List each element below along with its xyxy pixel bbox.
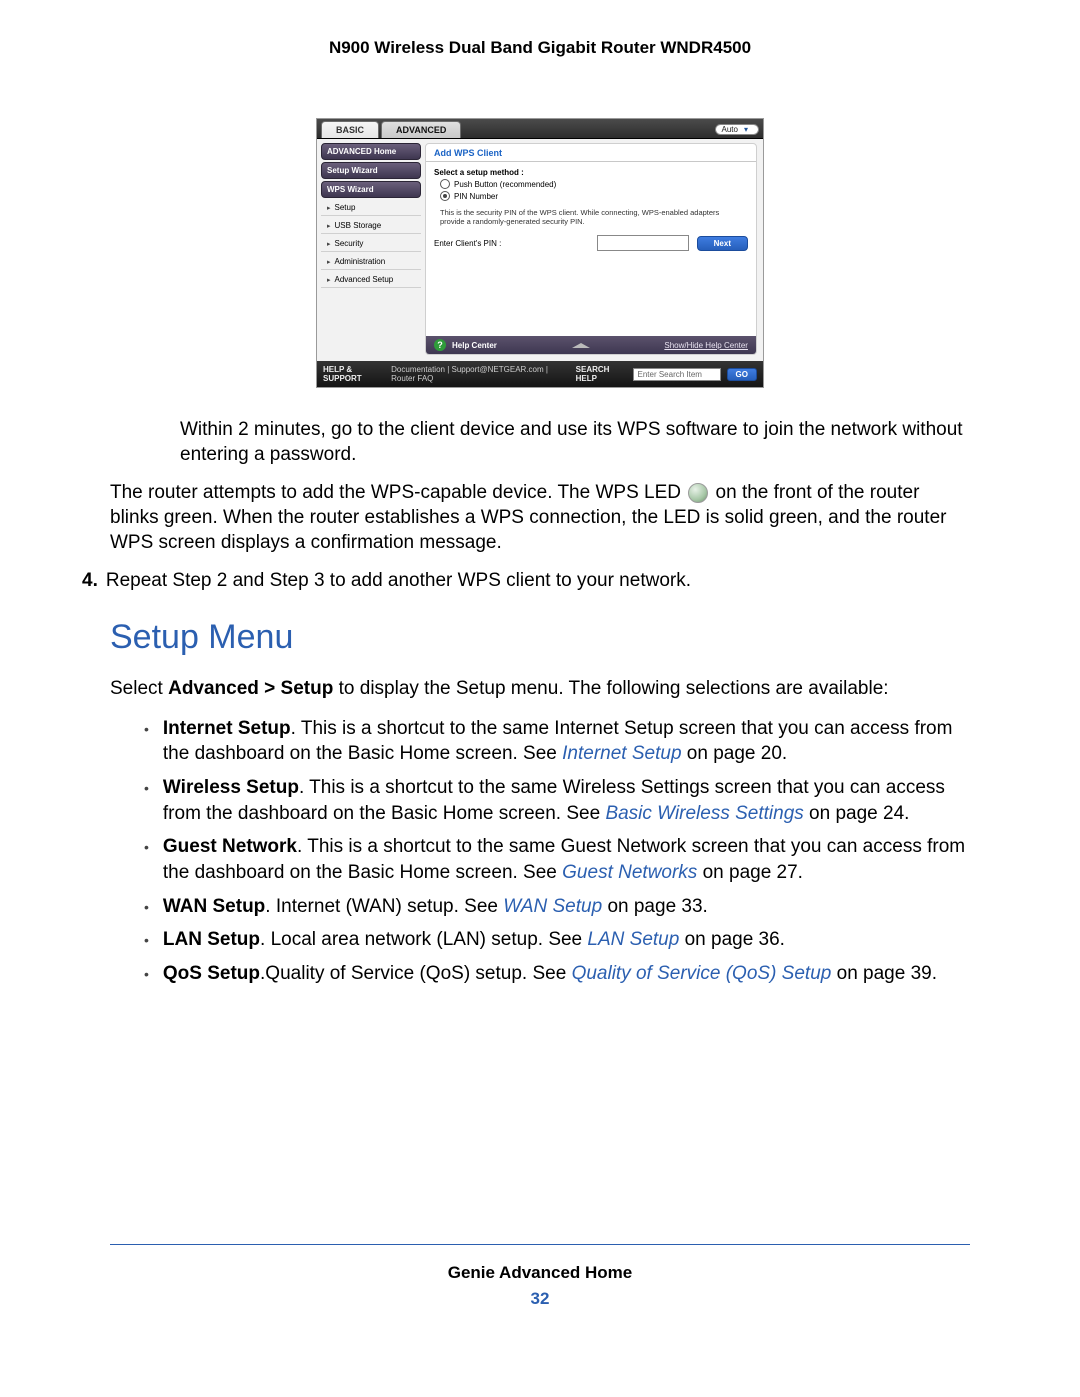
language-select[interactable]: Auto ▾	[715, 124, 759, 135]
list-item-text: Wireless Setup. This is a shortcut to th…	[163, 775, 970, 826]
list-item-text: QoS Setup.Quality of Service (QoS) setup…	[163, 961, 937, 987]
list-item-name: Internet Setup	[163, 718, 291, 739]
footer-section-name: Genie Advanced Home	[110, 1263, 970, 1283]
sidebar-item-usb-storage[interactable]: USB Storage	[321, 218, 421, 234]
list-item-text: Guest Network. This is a shortcut to the…	[163, 834, 970, 885]
chevron-down-icon: ▾	[744, 125, 748, 134]
bullet-icon: •	[144, 961, 149, 987]
wps-led-icon	[688, 483, 708, 503]
router-main-panel: Add WPS Client Select a setup method : P…	[425, 143, 757, 355]
radio-icon	[440, 179, 450, 189]
pin-hint-text: This is the security PIN of the WPS clie…	[434, 205, 748, 229]
router-sidebar: ADVANCED Home Setup Wizard WPS Wizard Se…	[317, 139, 425, 361]
page-footer: Genie Advanced Home 32	[110, 1244, 970, 1309]
radio-push-button[interactable]: Push Button (recommended)	[434, 179, 748, 189]
list-item-text: Internet Setup. This is a shortcut to th…	[163, 716, 970, 767]
router-tab-row: BASIC ADVANCED Auto ▾	[317, 119, 763, 139]
bullet-icon: •	[144, 927, 149, 953]
list-item-name: Wireless Setup	[163, 777, 299, 798]
radio-push-label: Push Button (recommended)	[454, 180, 556, 189]
paragraph-instruction-2: The router attempts to add the WPS-capab…	[110, 481, 970, 555]
help-support-links[interactable]: Documentation | Support@NETGEAR.com | Ro…	[391, 365, 569, 383]
setup-intro-a: Select	[110, 678, 168, 699]
step-4: 4. Repeat Step 2 and Step 3 to add anoth…	[82, 569, 970, 594]
setup-bullet-list: • Internet Setup. This is a shortcut to t…	[110, 716, 970, 987]
go-button[interactable]: GO	[727, 368, 757, 381]
radio-pin-number[interactable]: PIN Number	[434, 191, 748, 201]
cross-reference-link[interactable]: Guest Networks	[562, 862, 697, 883]
cross-reference-link[interactable]: Basic Wireless Settings	[605, 803, 803, 824]
paragraph-instruction-1: Within 2 minutes, go to the client devic…	[180, 418, 970, 467]
sidebar-wps-wizard[interactable]: WPS Wizard	[321, 181, 421, 198]
bullet-icon: •	[144, 716, 149, 767]
radio-icon-selected	[440, 191, 450, 201]
help-support-label: HELP & SUPPORT	[323, 365, 385, 383]
search-help-input[interactable]: Enter Search Item	[633, 368, 721, 381]
sidebar-item-security[interactable]: Security	[321, 236, 421, 252]
cross-reference-link[interactable]: Quality of Service (QoS) Setup	[572, 963, 832, 984]
tab-basic[interactable]: BASIC	[321, 121, 379, 138]
setup-intro: Select Advanced > Setup to display the S…	[110, 677, 970, 702]
search-help-label: SEARCH HELP	[576, 365, 627, 383]
p2-text-a: The router attempts to add the WPS-capab…	[110, 482, 686, 503]
enter-pin-label: Enter Client's PIN :	[434, 239, 501, 248]
doc-header-title: N900 Wireless Dual Band Gigabit Router W…	[110, 38, 970, 58]
list-item-name: Guest Network	[163, 836, 297, 857]
list-item-name: LAN Setup	[163, 929, 260, 950]
list-item: • Guest Network. This is a shortcut to th…	[144, 834, 970, 885]
setup-intro-path: Advanced > Setup	[168, 678, 333, 699]
list-item: • QoS Setup.Quality of Service (QoS) setu…	[144, 961, 970, 987]
toggle-help-link[interactable]: Show/Hide Help Center	[664, 341, 748, 350]
step-4-number: 4.	[82, 569, 98, 594]
radio-pin-label: PIN Number	[454, 192, 498, 201]
sidebar-setup-wizard[interactable]: Setup Wizard	[321, 162, 421, 179]
list-item-name: WAN Setup	[163, 896, 265, 917]
footer-rule	[110, 1244, 970, 1245]
help-center-bar: ? Help Center Show/Hide Help Center	[426, 336, 756, 354]
cross-reference-link[interactable]: Internet Setup	[562, 743, 681, 764]
router-screenshot: BASIC ADVANCED Auto ▾ ADVANCED Home Setu…	[316, 118, 764, 388]
drag-handle-icon[interactable]	[569, 342, 593, 348]
sidebar-advanced-home[interactable]: ADVANCED Home	[321, 143, 421, 160]
setup-intro-c: to display the Setup menu. The following…	[333, 678, 888, 699]
cross-reference-link[interactable]: WAN Setup	[503, 896, 602, 917]
panel-title: Add WPS Client	[426, 144, 756, 162]
language-value: Auto	[722, 125, 738, 134]
sidebar-item-administration[interactable]: Administration	[321, 254, 421, 270]
bullet-icon: •	[144, 834, 149, 885]
cross-reference-link[interactable]: LAN Setup	[587, 929, 679, 950]
sidebar-item-setup[interactable]: Setup	[321, 200, 421, 216]
list-item: • WAN Setup. Internet (WAN) setup. See WA…	[144, 894, 970, 920]
bullet-icon: •	[144, 894, 149, 920]
help-center-label: Help Center	[452, 341, 497, 350]
bullet-icon: •	[144, 775, 149, 826]
list-item: • Wireless Setup. This is a shortcut to t…	[144, 775, 970, 826]
footer-page-number: 32	[110, 1289, 970, 1309]
router-footer: HELP & SUPPORT Documentation | Support@N…	[317, 361, 763, 387]
client-pin-input[interactable]	[597, 235, 689, 251]
tab-advanced[interactable]: ADVANCED	[381, 121, 461, 138]
sidebar-item-advanced-setup[interactable]: Advanced Setup	[321, 272, 421, 288]
next-button[interactable]: Next	[697, 236, 748, 251]
list-item-text: WAN Setup. Internet (WAN) setup. See WAN…	[163, 894, 708, 920]
list-item: • Internet Setup. This is a shortcut to t…	[144, 716, 970, 767]
list-item: • LAN Setup. Local area network (LAN) set…	[144, 927, 970, 953]
step-4-text: Repeat Step 2 and Step 3 to add another …	[106, 569, 691, 594]
list-item-text: LAN Setup. Local area network (LAN) setu…	[163, 927, 785, 953]
select-method-label: Select a setup method :	[434, 168, 748, 177]
list-item-name: QoS Setup	[163, 963, 260, 984]
help-icon: ?	[434, 339, 446, 351]
heading-setup-menu: Setup Menu	[110, 618, 970, 657]
